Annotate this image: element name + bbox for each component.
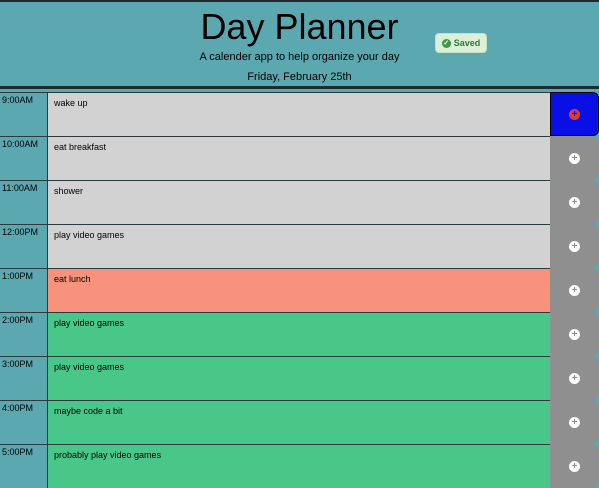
hour-label: 12:00PM [0,224,47,268]
time-block-row: 5:00PM probably play video games + [0,444,599,488]
hour-label: 10:00AM [0,136,47,180]
event-description-input[interactable]: shower [47,180,550,224]
time-block-list: 9:00AM wake up +10:00AM eat breakfast +11:00… [0,92,599,488]
save-button[interactable]: + [550,92,599,136]
time-block-row: 2:00PM play video games + [0,312,599,356]
event-description-input[interactable]: probably play video games [47,444,550,488]
time-block-row: 10:00AM eat breakfast + [0,136,599,180]
plus-circle-icon: + [569,328,580,340]
time-block-row: 3:00PM play video games + [0,356,599,400]
plus-circle-icon: + [569,460,580,472]
save-button[interactable]: + [550,444,599,488]
save-button[interactable]: + [550,224,599,268]
plus-circle-icon: + [569,240,580,252]
saved-label: Saved [453,38,481,48]
hour-label: 5:00PM [0,444,47,488]
current-date: Friday, February 25th [247,71,352,83]
save-button[interactable]: + [550,268,599,312]
event-description-input[interactable]: eat lunch [47,268,550,312]
hour-label: 1:00PM [0,268,47,312]
save-button[interactable]: + [550,400,599,444]
event-description-input[interactable]: play video games [47,356,550,400]
page-subtitle: A calender app to help organize your day [199,51,400,63]
event-description-input[interactable]: eat breakfast [47,136,550,180]
plus-circle-icon: + [569,196,580,208]
save-button[interactable]: + [550,180,599,224]
time-block-row: 9:00AM wake up + [0,92,599,136]
event-description-input[interactable]: play video games [47,224,550,268]
plus-circle-icon: + [569,108,580,120]
time-block-row: 11:00AM shower + [0,180,599,224]
plus-circle-icon: + [569,372,580,384]
header: Day Planner A calender app to help organ… [0,0,599,89]
hour-label: 9:00AM [0,92,47,136]
time-block-row: 12:00PM play video games + [0,224,599,268]
plus-circle-icon: + [569,284,580,296]
save-button[interactable]: + [550,136,599,180]
hour-label: 4:00PM [0,400,47,444]
time-block-row: 1:00PM eat lunch + [0,268,599,312]
saved-badge: ✓ Saved [436,34,486,52]
hour-label: 2:00PM [0,312,47,356]
event-description-input[interactable]: maybe code a bit [47,400,550,444]
hour-label: 3:00PM [0,356,47,400]
event-description-input[interactable]: wake up [47,92,550,136]
page-title: Day Planner [200,6,399,47]
check-circle-icon: ✓ [441,38,451,48]
event-description-input[interactable]: play video games [47,312,550,356]
hour-label: 11:00AM [0,180,47,224]
time-block-row: 4:00PM maybe code a bit + [0,400,599,444]
save-button[interactable]: + [550,356,599,400]
save-button[interactable]: + [550,312,599,356]
plus-circle-icon: + [569,416,580,428]
plus-circle-icon: + [569,152,580,164]
